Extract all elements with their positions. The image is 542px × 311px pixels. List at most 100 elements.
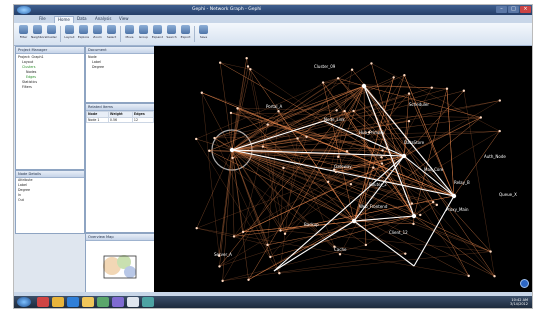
graph-node[interactable] xyxy=(385,147,389,150)
taskbar-app-icon[interactable] xyxy=(112,297,124,307)
minimize-icon[interactable]: – xyxy=(496,6,507,13)
graph-node[interactable] xyxy=(221,279,224,283)
graph-node[interactable] xyxy=(479,116,483,119)
graph-node[interactable] xyxy=(467,274,470,278)
graph-node[interactable] xyxy=(326,180,330,184)
graph-node[interactable] xyxy=(283,232,287,235)
graph-node[interactable] xyxy=(337,155,340,159)
select-button[interactable]: Select xyxy=(105,25,118,43)
tab-home[interactable]: Home xyxy=(54,16,74,23)
graph-node[interactable] xyxy=(361,83,367,89)
graph-node[interactable] xyxy=(380,156,383,159)
graph-node[interactable] xyxy=(236,107,239,110)
graph-node[interactable] xyxy=(200,91,204,94)
overview-map[interactable] xyxy=(92,244,148,286)
graph-node[interactable] xyxy=(229,147,235,153)
search-button[interactable]: Search xyxy=(165,25,178,43)
graph-node[interactable] xyxy=(401,153,407,159)
graph-node[interactable] xyxy=(279,229,282,232)
close-icon[interactable]: × xyxy=(520,6,531,13)
tab-data[interactable]: Data xyxy=(74,16,90,22)
graph-node[interactable] xyxy=(218,265,221,268)
graph-node[interactable] xyxy=(407,92,411,95)
graph-node[interactable] xyxy=(445,87,449,90)
move-button[interactable]: Move xyxy=(123,25,136,43)
zoom-button[interactable]: Zoom xyxy=(91,25,104,43)
graph-node[interactable] xyxy=(419,213,422,217)
graph-node[interactable] xyxy=(246,65,250,68)
graph-node[interactable] xyxy=(338,253,342,256)
graph-node[interactable] xyxy=(249,68,252,71)
taskbar-clock[interactable]: 10:42 AM 3/14/2012 xyxy=(510,298,528,306)
taskbar-app-icon[interactable] xyxy=(52,297,64,307)
neighbors-button[interactable]: Neighbors xyxy=(31,25,46,43)
tab-analysis[interactable]: Analysis xyxy=(92,16,114,22)
graph-node[interactable] xyxy=(213,136,216,140)
folder-icon[interactable] xyxy=(82,297,94,307)
graph-node[interactable] xyxy=(381,149,384,152)
app-menu-icon[interactable] xyxy=(17,6,31,14)
graph-node[interactable] xyxy=(335,109,338,112)
tree-item[interactable]: Filters xyxy=(18,85,82,90)
graph-node[interactable] xyxy=(261,145,265,148)
graph-node[interactable] xyxy=(404,252,407,255)
graph-node[interactable] xyxy=(407,119,411,123)
graph-node[interactable] xyxy=(498,129,501,133)
graph-node[interactable] xyxy=(208,149,211,152)
table-row[interactable]: Node 1 0.56 12 xyxy=(86,116,154,123)
graph-node[interactable] xyxy=(245,57,248,60)
tab-file[interactable]: File xyxy=(36,16,49,22)
graph-node[interactable] xyxy=(232,235,236,238)
graph-node[interactable] xyxy=(195,226,198,230)
graph-node[interactable] xyxy=(350,68,354,71)
graph-node[interactable] xyxy=(364,243,368,247)
graph-node[interactable] xyxy=(411,213,417,219)
graph-node[interactable] xyxy=(266,123,269,126)
graph-node[interactable] xyxy=(380,162,384,165)
graph-node[interactable] xyxy=(403,74,406,77)
graph-node[interactable] xyxy=(493,275,496,278)
graph-node[interactable] xyxy=(412,222,415,226)
explore-button[interactable]: Explore xyxy=(77,25,90,43)
graph-node[interactable] xyxy=(392,76,395,79)
graph-node[interactable] xyxy=(498,99,502,102)
graph-node[interactable] xyxy=(241,230,245,234)
tab-view[interactable]: View xyxy=(116,16,132,22)
graph-node[interactable] xyxy=(321,81,325,84)
maximize-icon[interactable]: □ xyxy=(508,6,519,13)
taskbar-app-icon[interactable] xyxy=(142,297,154,307)
filter-button[interactable]: Filter xyxy=(17,25,30,43)
graph-node[interactable] xyxy=(349,182,353,186)
graph-node[interactable] xyxy=(370,62,373,65)
taskbar-app-icon[interactable] xyxy=(127,297,139,307)
graph-canvas[interactable]: Server_A Cluster_09 Node_Link Hub_Primary Po… xyxy=(154,46,532,292)
graph-node[interactable] xyxy=(431,200,435,204)
network-graph[interactable]: Server_A Cluster_09 Node_Link Hub_Primary Po… xyxy=(154,46,532,292)
export-button[interactable]: Export xyxy=(179,25,192,43)
group-button[interactable]: Group xyxy=(137,25,150,43)
graph-node[interactable] xyxy=(282,166,285,170)
graph-node[interactable] xyxy=(489,250,492,253)
graph-node[interactable] xyxy=(451,193,457,199)
graph-node[interactable] xyxy=(278,271,281,275)
graph-node[interactable] xyxy=(277,110,280,113)
graph-node[interactable] xyxy=(266,243,269,247)
taskbar-app-icon[interactable] xyxy=(37,297,49,307)
layout-button[interactable]: Layout xyxy=(63,25,76,43)
graph-node[interactable] xyxy=(269,255,272,259)
graph-node[interactable] xyxy=(195,137,198,141)
graph-node[interactable] xyxy=(343,109,346,113)
graph-node[interactable] xyxy=(435,203,439,207)
zoom-control-icon[interactable] xyxy=(520,279,529,288)
start-button-icon[interactable] xyxy=(17,297,31,307)
graph-node[interactable] xyxy=(305,135,308,138)
graph-node[interactable] xyxy=(430,86,433,89)
graph-node[interactable] xyxy=(218,61,222,64)
graph-node[interactable] xyxy=(372,166,375,169)
graph-node[interactable] xyxy=(462,89,466,92)
expand-button[interactable]: Expand xyxy=(151,25,164,43)
graph-node[interactable] xyxy=(352,109,355,113)
graph-node[interactable] xyxy=(334,170,338,174)
taskbar-app-icon[interactable] xyxy=(97,297,109,307)
graph-node[interactable] xyxy=(351,218,357,224)
